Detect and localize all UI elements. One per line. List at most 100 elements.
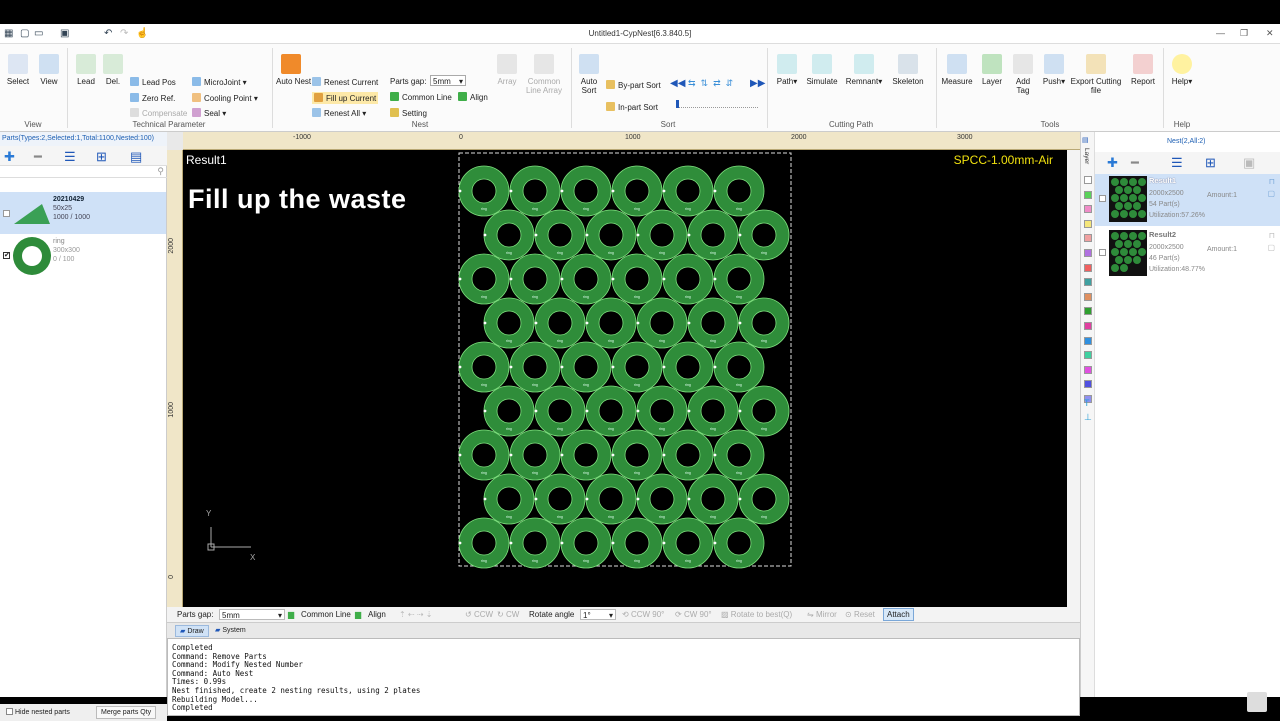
lead-button[interactable]: Lead	[72, 54, 100, 86]
lock-icon[interactable]: ⊓	[1269, 231, 1275, 240]
layer-swatch[interactable]	[1084, 176, 1092, 184]
ring-part[interactable]: ring	[560, 429, 612, 481]
ring-part[interactable]: ring	[560, 253, 612, 305]
align-button[interactable]: Align	[458, 92, 488, 102]
sort-first-icon[interactable]: ◀◀	[670, 78, 685, 89]
restore-icon[interactable]: ❐	[1240, 28, 1248, 39]
ring-part[interactable]: ring	[687, 209, 739, 261]
ring-part[interactable]: ring	[458, 429, 510, 481]
ring-part[interactable]: ring	[534, 297, 586, 349]
result-item-2[interactable]: Result2 2000x2500 46 Part(s) Utilization…	[1095, 228, 1280, 280]
add-nest-icon[interactable]: ✚	[1107, 155, 1118, 171]
add-part-icon[interactable]: ✚	[4, 149, 15, 165]
nest-canvas[interactable]: Result1 SPCC-1.00mm-Air Fill up the wast…	[183, 150, 1067, 607]
remove-part-icon[interactable]: ━	[34, 149, 42, 165]
layer-swatch[interactable]	[1084, 365, 1092, 374]
ring-part[interactable]: ring	[585, 297, 637, 349]
layer-swatch[interactable]	[1084, 234, 1092, 243]
list-view-icon[interactable]: ☰	[64, 149, 76, 165]
ring-part[interactable]: ring	[483, 297, 535, 349]
plate-drawing[interactable]: ring ring ring ring ring ring ring ring ring ring…	[183, 150, 1067, 607]
text-layer-icon[interactable]: T	[1084, 398, 1090, 408]
cw-button[interactable]: ↻ CW	[497, 610, 519, 619]
layer-swatch[interactable]	[1084, 190, 1092, 199]
part-checkbox[interactable]	[3, 210, 10, 217]
ring-part[interactable]: ring	[738, 385, 790, 437]
ring-part[interactable]: ring	[662, 341, 714, 393]
path-button[interactable]: Path▾	[772, 54, 802, 86]
ring-part[interactable]: ring	[509, 253, 561, 305]
skeleton-button[interactable]: Skeleton	[888, 54, 928, 86]
ring-part[interactable]: ring	[458, 341, 510, 393]
common-line-array-button[interactable]: Common Line Array	[524, 54, 564, 95]
vertical-scrollbar[interactable]	[1067, 150, 1080, 607]
layer-swatch[interactable]	[1084, 380, 1092, 389]
layer-button[interactable]: Layer	[976, 54, 1008, 86]
auto-nest-button[interactable]: Auto Nest	[276, 54, 311, 86]
parts-search-field[interactable]: ⚲	[0, 166, 167, 178]
sort-results-icon[interactable]: ⊞	[1205, 155, 1216, 171]
cw90-button[interactable]: ⟳ CW 90°	[675, 610, 712, 619]
layer-swatch[interactable]	[1084, 205, 1092, 214]
part-item-ring[interactable]: ✔ ring 300x300 0 / 100	[0, 234, 166, 276]
common-line-button[interactable]: Common Line	[301, 610, 351, 619]
add-tag-button[interactable]: Add Tag	[1010, 54, 1036, 95]
select-button[interactable]: Select	[4, 54, 32, 86]
ring-part[interactable]: ring	[483, 209, 535, 261]
ring-part[interactable]: ring	[738, 297, 790, 349]
ring-part[interactable]: ring	[713, 253, 765, 305]
auto-sort-button[interactable]: Auto Sort	[576, 54, 602, 95]
ring-part[interactable]: ring	[662, 165, 714, 217]
report-button[interactable]: Report	[1126, 54, 1160, 86]
ring-part[interactable]: ring	[458, 253, 510, 305]
checkbox-box[interactable]	[6, 708, 13, 715]
ring-part[interactable]: ring	[483, 473, 535, 525]
result-checkbox[interactable]	[1099, 249, 1106, 256]
close-icon[interactable]: ✕	[1266, 28, 1274, 39]
layer-swatch[interactable]	[1084, 351, 1092, 360]
ring-part[interactable]: ring	[713, 165, 765, 217]
by-part-sort-button[interactable]: By-part Sort	[606, 80, 661, 90]
ring-part[interactable]: ring	[585, 473, 637, 525]
reset-button[interactable]: ⊙ Reset	[845, 610, 875, 619]
compensate-button[interactable]: Compensate	[130, 108, 187, 118]
minimize-icon[interactable]: —	[1216, 28, 1225, 38]
simulate-button[interactable]: Simulate	[804, 54, 840, 86]
lead-pos-button[interactable]: Lead Pos	[130, 77, 176, 87]
list-view-icon[interactable]: ☰	[1171, 155, 1183, 171]
move-arrows-icon[interactable]: ⇡ ⇠ ⇢ ⇣	[399, 610, 432, 619]
help-button[interactable]: Help▾	[1168, 54, 1196, 86]
seal-button[interactable]: Seal ▾	[192, 108, 226, 118]
table-view-icon[interactable]: ▤	[130, 149, 142, 165]
ring-part[interactable]: ring	[534, 209, 586, 261]
layer-swatch[interactable]	[1084, 219, 1092, 228]
ring-part[interactable]: ring	[560, 517, 612, 569]
ring-part[interactable]: ring	[662, 429, 714, 481]
sort-icon[interactable]: ⊞	[96, 149, 107, 165]
hide-nested-checkbox[interactable]: Hide nested parts	[6, 708, 70, 716]
ring-part[interactable]: ring	[713, 429, 765, 481]
ring-part[interactable]: ring	[585, 209, 637, 261]
ring-part[interactable]: ring	[483, 385, 535, 437]
renest-current-button[interactable]: Renest Current	[312, 77, 378, 87]
command-console[interactable]: Completed Command: Remove Parts Command:…	[167, 638, 1080, 716]
align-button[interactable]: Align	[368, 610, 386, 619]
ring-part[interactable]: ring	[509, 165, 561, 217]
ring-part[interactable]: ring	[560, 341, 612, 393]
ring-part[interactable]: ring	[713, 341, 765, 393]
sort-last-icon[interactable]: ▶▶	[750, 78, 765, 89]
ring-part[interactable]: ring	[611, 341, 663, 393]
attach-button[interactable]: Attach	[883, 608, 914, 621]
result-checkbox[interactable]	[1099, 195, 1106, 202]
ring-part[interactable]: ring	[560, 165, 612, 217]
measure-button[interactable]: Measure	[940, 54, 974, 86]
edit-icon[interactable]: ▢	[1267, 189, 1275, 198]
tab-draw[interactable]: ▰ Draw	[175, 625, 209, 637]
ring-part[interactable]: ring	[687, 297, 739, 349]
layer-swatch[interactable]	[1084, 278, 1092, 287]
ring-part[interactable]: ring	[738, 473, 790, 525]
ring-part[interactable]: ring	[687, 385, 739, 437]
parts-gap-select[interactable]: 5mm ▾	[219, 609, 285, 620]
ring-part[interactable]: ring	[509, 341, 561, 393]
corner-toggle-button[interactable]	[1247, 692, 1267, 712]
